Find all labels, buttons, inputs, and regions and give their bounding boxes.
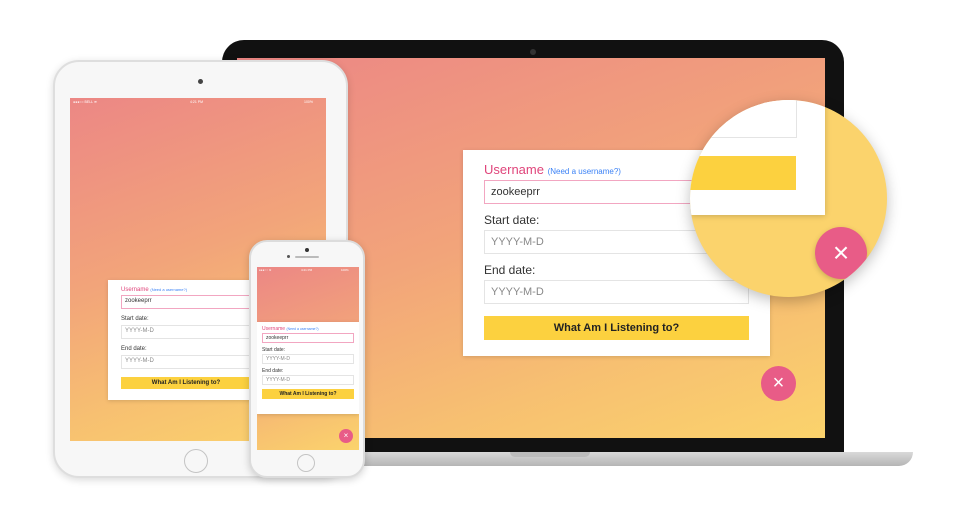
tablet-username-input[interactable]: zookeeprr (121, 295, 251, 309)
phone-username-label-row: Username (Need a username?) (262, 326, 319, 332)
username-label-row: Username (Need a username?) (484, 162, 621, 177)
zoom-submit-button (690, 156, 796, 190)
tablet-submit-button[interactable]: What Am I Listening to? (121, 377, 251, 389)
end-date-label: End date: (484, 263, 536, 277)
tablet-home-button[interactable] (184, 449, 208, 473)
end-date-input[interactable]: YYYY-M-D (484, 280, 749, 304)
laptop-camera (530, 49, 536, 55)
phone-username-help-link[interactable]: (Need a username?) (286, 327, 318, 331)
tablet-start-date-label: Start date: (121, 316, 149, 322)
zoom-magnifier: × (690, 100, 887, 297)
zoom-close-button[interactable]: × (815, 227, 867, 279)
phone-username-input[interactable]: zookeeprr (262, 333, 354, 343)
phone-end-date-label: End date: (262, 368, 284, 374)
phone-speaker (295, 256, 319, 258)
tablet-username-label-row: Username (Need a username?) (121, 287, 187, 293)
phone-camera (305, 248, 309, 252)
close-icon: × (772, 372, 785, 394)
zoom-close-icon: × (832, 237, 850, 268)
phone-carrier: ●●●○○ ≋ (259, 268, 272, 272)
phone-end-date-input[interactable]: YYYY-M-D (262, 375, 354, 385)
username-help-link[interactable]: (Need a username?) (548, 167, 621, 176)
submit-button[interactable]: What Am I Listening to? (484, 316, 749, 340)
tablet-carrier: ●●●○○ BELL ≋ (73, 100, 97, 104)
start-date-label: Start date: (484, 213, 540, 227)
tablet-battery: 100% (304, 100, 313, 104)
username-label: Username (484, 162, 544, 177)
phone-username-label: Username (262, 326, 286, 332)
phone-login-form: Username (Need a username?) zookeeprr St… (257, 322, 359, 414)
tablet-start-date-input[interactable]: YYYY-M-D (121, 325, 251, 339)
tablet-username-help-link[interactable]: (Need a username?) (150, 287, 187, 292)
phone-start-date-input[interactable]: YYYY-M-D (262, 354, 354, 364)
tablet-end-date-input[interactable]: YYYY-M-D (121, 355, 251, 369)
tablet-end-date-label: End date: (121, 346, 147, 352)
tablet-login-form: Username (Need a username?) zookeeprr St… (108, 280, 258, 400)
tablet-time: 4:21 PM (190, 100, 204, 104)
phone-close-icon: × (343, 431, 349, 440)
phone-time: 4:21 PM (301, 268, 313, 272)
phone-close-button[interactable]: × (339, 429, 353, 443)
phone-screen: ●●●○○ ≋ 4:21 PM 100% Username (Need a us… (257, 267, 359, 450)
laptop-notch (510, 452, 590, 457)
tablet-username-label: Username (121, 287, 149, 293)
phone-home-button[interactable] (297, 454, 315, 472)
phone-battery: 100% (341, 268, 349, 272)
zoom-field (690, 100, 797, 138)
tablet-camera (198, 79, 203, 84)
phone-submit-button[interactable]: What Am I Listening to? (262, 389, 354, 399)
close-button[interactable]: × (761, 366, 796, 401)
phone-sensor (287, 255, 290, 258)
phone-start-date-label: Start date: (262, 347, 286, 353)
